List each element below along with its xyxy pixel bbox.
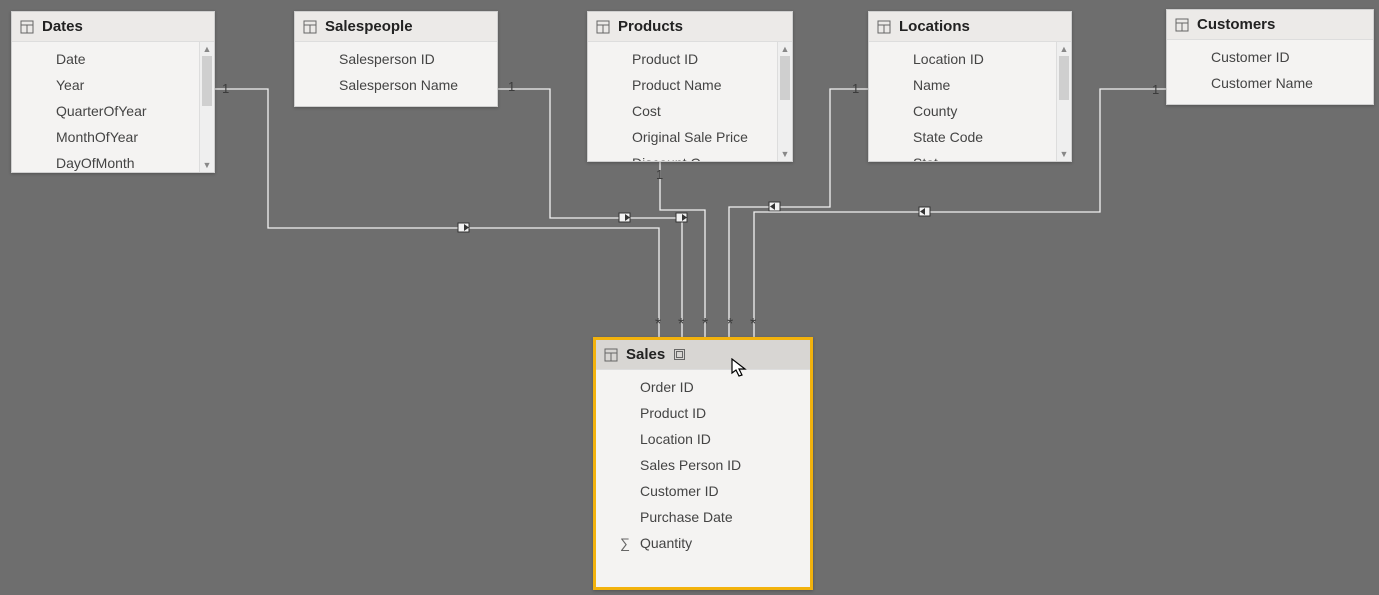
scroll-up-icon[interactable]: ▲: [778, 42, 792, 56]
field-label: Quantity: [640, 535, 692, 551]
table-dates[interactable]: Dates Date Year QuarterOfYear MonthOfYea…: [11, 11, 215, 173]
field[interactable]: ∑ Quantity: [596, 530, 810, 556]
field[interactable]: Customer Name: [1167, 70, 1373, 96]
table-header[interactable]: Locations: [869, 12, 1071, 42]
table-header[interactable]: Salespeople: [295, 12, 497, 42]
table-title: Products: [618, 18, 683, 35]
cardinality-label: 1: [222, 81, 229, 96]
field-list: Salesperson ID Salesperson Name: [295, 42, 497, 106]
table-salespeople[interactable]: Salespeople Salesperson ID Salesperson N…: [294, 11, 498, 107]
scroll-up-icon[interactable]: ▲: [200, 42, 214, 56]
table-title: Sales: [626, 346, 665, 363]
cardinality-label: *: [678, 316, 684, 334]
field[interactable]: Product ID: [588, 46, 778, 72]
field[interactable]: MonthOfYear: [12, 124, 200, 150]
field[interactable]: Location ID: [596, 426, 810, 452]
table-sales[interactable]: Sales Order ID Product ID Location ID Sa…: [593, 337, 813, 590]
cardinality-label: *: [727, 316, 733, 334]
scroll-thumb[interactable]: [202, 56, 212, 106]
scrollbar[interactable]: ▲ ▼: [199, 42, 214, 172]
scrollbar[interactable]: ▲ ▼: [777, 42, 792, 161]
field[interactable]: Name: [869, 72, 1057, 98]
table-title: Locations: [899, 18, 970, 35]
scroll-up-icon[interactable]: ▲: [1057, 42, 1071, 56]
field-list: Product ID Product Name Cost Original Sa…: [588, 42, 778, 161]
table-title: Salespeople: [325, 18, 413, 35]
table-customers[interactable]: Customers Customer ID Customer Name: [1166, 9, 1374, 105]
cardinality-label: *: [750, 316, 756, 334]
table-icon: [604, 348, 618, 362]
table-icon: [1175, 18, 1189, 32]
sigma-icon: ∑: [620, 533, 634, 553]
field[interactable]: County: [869, 98, 1057, 124]
field[interactable]: QuarterOfYear: [12, 98, 200, 124]
field[interactable]: State Code: [869, 124, 1057, 150]
field[interactable]: Product ID: [596, 400, 810, 426]
field[interactable]: Customer ID: [1167, 44, 1373, 70]
field[interactable]: Salesperson Name: [295, 72, 497, 98]
field[interactable]: Salesperson ID: [295, 46, 497, 72]
field[interactable]: Date: [12, 46, 200, 72]
field[interactable]: DayOfMonth: [12, 150, 200, 172]
cardinality-label: 1: [1152, 82, 1159, 97]
field[interactable]: Year: [12, 72, 200, 98]
table-header[interactable]: Dates: [12, 12, 214, 42]
table-header[interactable]: Sales: [596, 340, 810, 370]
table-icon: [877, 20, 891, 34]
maximize-icon[interactable]: [673, 348, 686, 361]
field[interactable]: Stat: [869, 150, 1057, 161]
scrollbar[interactable]: ▲ ▼: [1056, 42, 1071, 161]
table-icon: [20, 20, 34, 34]
field[interactable]: Purchase Date: [596, 504, 810, 530]
scroll-down-icon[interactable]: ▼: [1057, 147, 1071, 161]
field[interactable]: Location ID: [869, 46, 1057, 72]
field[interactable]: Cost: [588, 98, 778, 124]
table-title: Dates: [42, 18, 83, 35]
field[interactable]: Discount C...: [588, 150, 778, 161]
cardinality-label: 1: [852, 81, 859, 96]
field-list: Customer ID Customer Name: [1167, 40, 1373, 104]
field-list: Date Year QuarterOfYear MonthOfYear DayO…: [12, 42, 200, 172]
cardinality-label: 1: [656, 167, 663, 182]
table-icon: [596, 20, 610, 34]
cardinality-label: *: [702, 316, 708, 334]
cardinality-label: *: [655, 316, 661, 334]
scroll-thumb[interactable]: [780, 56, 790, 100]
field-list: Order ID Product ID Location ID Sales Pe…: [596, 370, 810, 587]
table-title: Customers: [1197, 16, 1275, 33]
field[interactable]: Original Sale Price: [588, 124, 778, 150]
field[interactable]: Order ID: [596, 374, 810, 400]
table-icon: [303, 20, 317, 34]
cardinality-label: 1: [508, 79, 515, 94]
field[interactable]: Customer ID: [596, 478, 810, 504]
scroll-down-icon[interactable]: ▼: [778, 147, 792, 161]
table-locations[interactable]: Locations Location ID Name County State …: [868, 11, 1072, 162]
table-header[interactable]: Products: [588, 12, 792, 42]
field[interactable]: Product Name: [588, 72, 778, 98]
field-list: Location ID Name County State Code Stat: [869, 42, 1057, 161]
table-header[interactable]: Customers: [1167, 10, 1373, 40]
field[interactable]: Sales Person ID: [596, 452, 810, 478]
scroll-thumb[interactable]: [1059, 56, 1069, 100]
scroll-down-icon[interactable]: ▼: [200, 158, 214, 172]
table-products[interactable]: Products Product ID Product Name Cost Or…: [587, 11, 793, 162]
